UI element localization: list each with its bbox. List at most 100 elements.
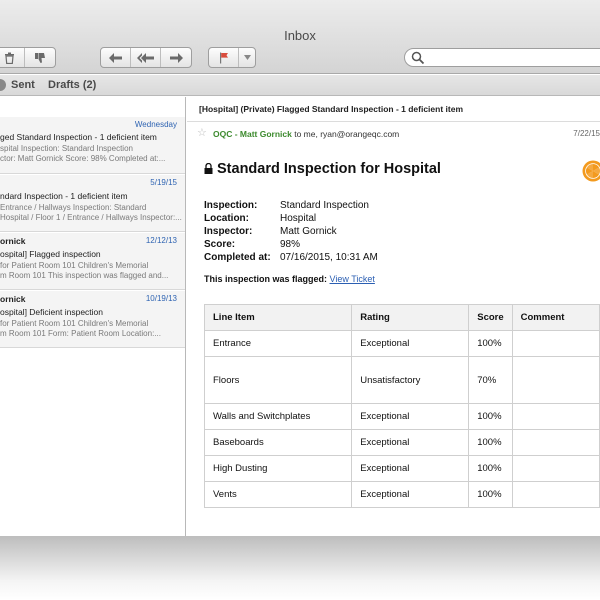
table-row: Floors Unsatisfactory 70% xyxy=(203,356,600,404)
detail-row: Location: Hospital xyxy=(204,213,378,226)
flag-button[interactable] xyxy=(209,48,239,67)
sent-mailbox[interactable]: Sent xyxy=(11,79,35,91)
message-list: Wednesday ged Standard Inspection - 1 de… xyxy=(0,97,186,536)
column-header: Line Item xyxy=(203,304,353,331)
comment-cell xyxy=(511,481,600,508)
rating-cell: Exceptional xyxy=(351,403,470,430)
detail-value: 98% xyxy=(280,239,301,250)
list-item[interactable]: 5/19/15 ndard Inspection - 1 deficient i… xyxy=(0,175,185,232)
comment-cell xyxy=(511,455,600,482)
comment-cell xyxy=(511,403,600,430)
delete-junk-group xyxy=(0,47,56,68)
recipients: to me, ryan@orangeqc.com xyxy=(291,129,400,139)
comment-cell xyxy=(511,356,600,404)
window-title: Inbox xyxy=(284,28,316,43)
message-preview: Hospital / Floor 1 / Entrance / Hallways… xyxy=(0,213,182,222)
reply-all-button[interactable] xyxy=(131,48,161,67)
list-item[interactable]: ornick 12/12/13 ospital] Flagged inspect… xyxy=(0,233,185,290)
detail-label: Inspection: xyxy=(204,200,258,211)
message-sender: ornick xyxy=(0,294,26,304)
message-preview: m Room 101 Form: Patient Room Location:.… xyxy=(0,329,161,338)
detail-row: Score: 98% xyxy=(204,239,378,252)
message-date: 5/19/15 xyxy=(150,178,177,187)
score-cell: 100% xyxy=(468,429,513,456)
score-cell: 70% xyxy=(468,356,513,404)
junk-button[interactable] xyxy=(25,48,55,67)
list-item[interactable]: ornick 10/19/13 ospital] Deficient inspe… xyxy=(0,291,185,348)
table-row: Baseboards Exceptional 100% xyxy=(203,429,600,456)
mail-window: Inbox Sent Drafts (2) Wednesday ged Stan… xyxy=(0,0,600,536)
search-input[interactable] xyxy=(404,48,600,67)
column-header: Rating xyxy=(351,304,470,331)
message-sender: ornick xyxy=(0,236,26,246)
rating-cell: Exceptional xyxy=(351,455,470,482)
detail-row: Completed at: 07/16/2015, 10:31 AM xyxy=(204,252,378,265)
flagged-notice: This inspection was flagged: View Ticket xyxy=(204,274,375,284)
detail-value: 07/16/2015, 10:31 AM xyxy=(280,252,378,263)
message-date: 12/12/13 xyxy=(145,236,177,245)
message-subject: ospital] Flagged inspection xyxy=(0,249,101,259)
sent-mailbox-icon xyxy=(0,79,6,91)
line-item-cell: High Dusting xyxy=(203,455,353,482)
inspection-heading: Standard Inspection for Hospital xyxy=(204,161,441,177)
message-view-subject: [Hospital] (Private) Flagged Standard In… xyxy=(199,104,464,114)
detail-label: Score: xyxy=(204,239,236,250)
message-date: 10/19/13 xyxy=(145,294,177,303)
toolbar: Inbox xyxy=(0,0,600,74)
message-subject: ndard Inspection - 1 deficient item xyxy=(0,191,128,201)
message-preview: m Room 101 This inspection was flagged a… xyxy=(0,271,169,280)
comment-cell xyxy=(511,429,600,456)
magnifier-icon xyxy=(411,51,425,65)
flagged-text: This inspection was flagged: xyxy=(204,274,330,284)
line-items-table: Line Item Rating Score Comment Entrance … xyxy=(203,304,600,508)
star-icon[interactable]: ☆ xyxy=(197,126,207,139)
line-item-cell: Walls and Switchplates xyxy=(203,403,353,430)
detail-row: Inspector: Matt Gornick xyxy=(204,226,378,239)
table-row: Vents Exceptional 100% xyxy=(203,481,600,508)
score-cell: 100% xyxy=(468,481,513,508)
drafts-mailbox[interactable]: Drafts (2) xyxy=(48,79,96,91)
message-subject: ospital] Deficient inspection xyxy=(0,307,104,317)
view-ticket-link[interactable]: View Ticket xyxy=(330,274,375,284)
message-preview: Entrance / Hallways Inspection: Standard xyxy=(0,203,147,212)
lock-icon xyxy=(204,163,213,174)
message-preview: for Patient Room 101 Children's Memorial xyxy=(0,319,149,328)
rating-cell: Exceptional xyxy=(351,429,470,456)
list-item[interactable]: Wednesday ged Standard Inspection - 1 de… xyxy=(0,117,185,174)
comment-cell xyxy=(511,330,600,357)
orange-logo-icon xyxy=(582,160,600,182)
message-subject: ged Standard Inspection - 1 deficient it… xyxy=(0,132,157,142)
detail-row: Inspection: Standard Inspection xyxy=(204,200,378,213)
heading-text: Standard Inspection for Hospital xyxy=(217,161,441,177)
mailbox-bar: Sent Drafts (2) xyxy=(0,75,600,96)
divider xyxy=(187,121,600,122)
flag-group xyxy=(208,47,256,68)
chevron-down-icon xyxy=(243,55,251,60)
trash-icon xyxy=(5,52,14,64)
message-view-date: 7/22/15 xyxy=(573,129,600,138)
rating-cell: Exceptional xyxy=(351,481,470,508)
score-cell: 100% xyxy=(468,455,513,482)
inspection-details: Inspection: Standard Inspection Location… xyxy=(204,200,378,265)
reply-arrow-icon xyxy=(108,52,122,63)
reply-button[interactable] xyxy=(101,48,131,67)
rating-cell: Unsatisfactory xyxy=(351,356,470,404)
detail-label: Inspector: xyxy=(204,226,253,237)
detail-value: Matt Gornick xyxy=(280,226,337,237)
forward-button[interactable] xyxy=(161,48,191,67)
column-header: Comment xyxy=(511,304,600,331)
message-preview: ctor: Matt Gornick Score: 98% Completed … xyxy=(0,154,166,163)
message-preview: for Patient Room 101 Children's Memorial xyxy=(0,261,149,270)
detail-value: Hospital xyxy=(280,213,317,224)
delete-button[interactable] xyxy=(0,48,25,67)
flag-icon xyxy=(219,52,228,63)
column-header: Score xyxy=(468,304,513,331)
message-date: Wednesday xyxy=(134,120,177,129)
detail-label: Location: xyxy=(204,213,249,224)
thumbs-down-icon xyxy=(35,52,45,63)
window-shadow xyxy=(0,536,600,600)
flag-menu-button[interactable] xyxy=(239,48,255,67)
table-row: Walls and Switchplates Exceptional 100% xyxy=(203,403,600,430)
sender-name[interactable]: OQC - Matt Gornick xyxy=(213,129,292,139)
message-view: [Hospital] (Private) Flagged Standard In… xyxy=(187,97,600,536)
